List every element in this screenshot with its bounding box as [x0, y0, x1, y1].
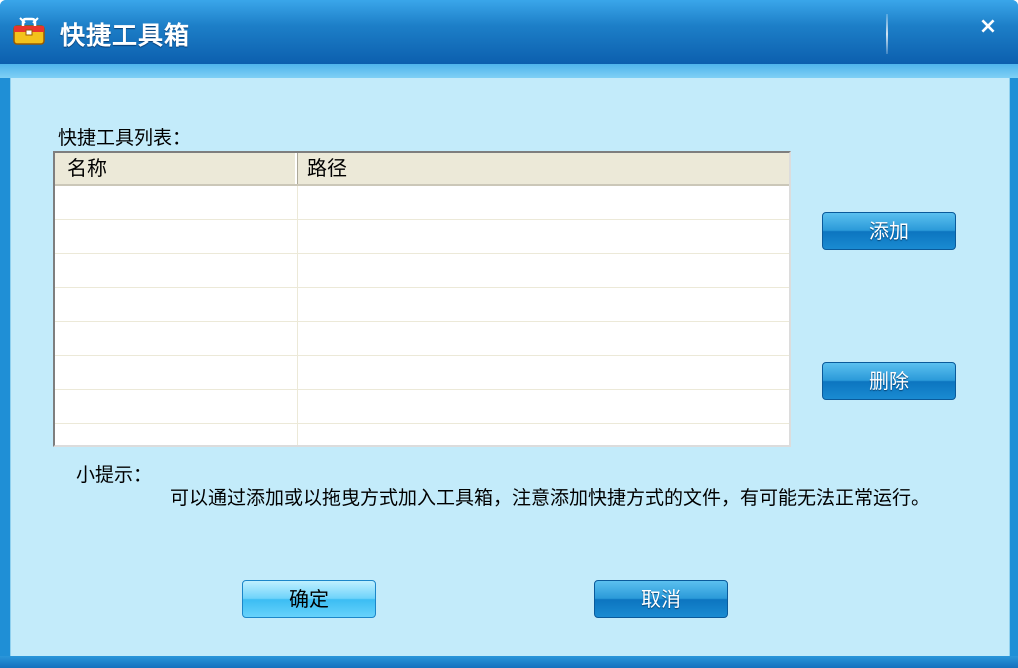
title-bar[interactable]: 快捷工具箱 ×	[0, 0, 1018, 65]
tip-title: 小提示：	[76, 464, 153, 486]
list-row[interactable]	[55, 288, 789, 322]
list-column-divider	[297, 356, 298, 390]
column-header-path[interactable]: 路径	[297, 153, 789, 184]
list-row[interactable]	[55, 390, 789, 424]
toolbox-icon	[13, 17, 45, 45]
list-column-divider	[297, 390, 298, 424]
title-band	[0, 64, 1018, 78]
tool-list-label: 快捷工具列表：	[58, 127, 192, 149]
list-row[interactable]	[55, 186, 789, 220]
list-row[interactable]	[55, 254, 789, 288]
list-column-divider	[297, 424, 298, 445]
ok-button[interactable]: 确定	[242, 580, 376, 618]
cancel-button[interactable]: 取消	[594, 580, 728, 618]
dialog-window: 快捷工具箱 × 快捷工具列表： 名称 路径 添加 删除 小提示： 可以通过添加或…	[0, 0, 1018, 668]
window-title: 快捷工具箱	[60, 21, 191, 50]
list-column-divider	[297, 322, 298, 356]
list-row[interactable]	[55, 424, 789, 445]
list-column-divider	[297, 254, 298, 288]
window-bottom-border	[0, 656, 1018, 668]
title-separator	[886, 14, 888, 54]
list-column-divider	[297, 288, 298, 322]
tip-body: 可以通过添加或以拖曳方式加入工具箱，注意添加快捷方式的文件，有可能无法正常运行。	[170, 487, 931, 509]
add-button[interactable]: 添加	[822, 212, 956, 250]
close-button[interactable]: ×	[970, 10, 1006, 44]
list-column-divider	[297, 186, 298, 220]
close-icon: ×	[978, 14, 998, 39]
list-row[interactable]	[55, 220, 789, 254]
list-column-divider	[297, 220, 298, 254]
tool-list[interactable]: 名称 路径	[53, 151, 791, 447]
delete-button[interactable]: 删除	[822, 362, 956, 400]
column-header-name[interactable]: 名称	[55, 153, 297, 184]
list-row[interactable]	[55, 356, 789, 390]
list-row[interactable]	[55, 322, 789, 356]
list-header: 名称 路径	[55, 153, 789, 186]
